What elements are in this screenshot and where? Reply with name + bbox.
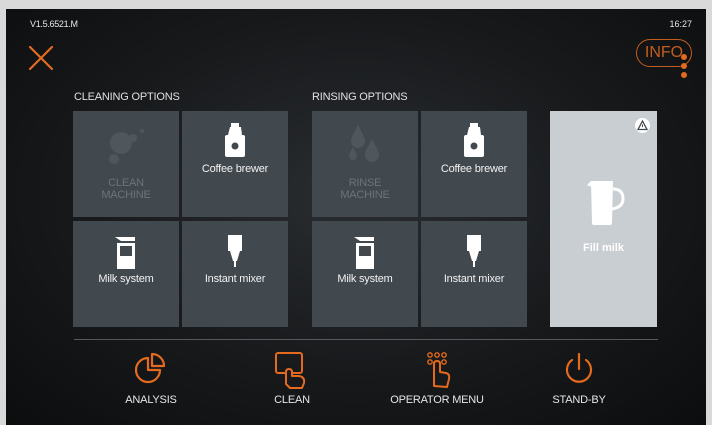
milk-jug-icon [550, 175, 657, 229]
clock: 16:27 [669, 19, 692, 29]
stand-by-label: STAND-BY [552, 394, 606, 406]
milk-system-icon [312, 231, 418, 275]
rinse-coffee-brewer-tile[interactable]: Coffee brewer [421, 111, 527, 217]
rinse-instant-mixer-tile[interactable]: Instant mixer [421, 221, 527, 327]
rinse-milk-system-tile[interactable]: Milk system [312, 221, 418, 327]
warning-icon [635, 118, 650, 133]
clean-milk-system-label: Milk system [98, 273, 154, 285]
operator-menu-label: OPERATOR MENU [390, 394, 484, 406]
clean-coffee-brewer-label: Coffee brewer [201, 163, 269, 175]
divider [74, 339, 658, 340]
operator-keypad-icon [372, 350, 502, 388]
instant-mixer-icon [421, 231, 527, 275]
milk-system-icon [73, 231, 179, 275]
water-drops-icon [312, 121, 418, 165]
rinse-coffee-brewer-label: Coffee brewer [440, 163, 508, 175]
clean-hand-icon [227, 350, 357, 389]
instant-mixer-icon [182, 231, 288, 275]
rinse-milk-system-label: Milk system [337, 273, 393, 285]
clean-machine-tile[interactable]: CLEAN MACHINE [73, 111, 179, 217]
clean-instant-mixer-tile[interactable]: Instant mixer [182, 221, 288, 327]
clean-milk-system-tile[interactable]: Milk system [73, 221, 179, 327]
clean-label: CLEAN [274, 394, 310, 406]
rinse-instant-mixer-label: Instant mixer [443, 273, 505, 285]
clean-instant-mixer-label: Instant mixer [204, 273, 266, 285]
cleaning-options-title: CLEANING OPTIONS [74, 91, 180, 103]
more-options-icon[interactable] [680, 54, 688, 86]
fill-milk-label: Fill milk [583, 242, 624, 254]
analysis-label: ANALYSIS [125, 394, 177, 406]
close-icon[interactable] [26, 43, 56, 73]
clean-button[interactable]: CLEAN [227, 346, 357, 410]
rinse-machine-tile[interactable]: RINSE MACHINE [312, 111, 418, 217]
bubbles-icon [73, 121, 179, 165]
rinsing-options-title: RINSING OPTIONS [312, 91, 408, 103]
coffee-brewer-icon [182, 121, 288, 165]
operator-menu-button[interactable]: OPERATOR MENU [372, 346, 502, 410]
clean-coffee-brewer-tile[interactable]: Coffee brewer [182, 111, 288, 217]
fill-milk-tile[interactable]: Fill milk [550, 111, 657, 327]
analysis-button[interactable]: ANALYSIS [86, 346, 216, 410]
analysis-pie-icon [86, 350, 216, 386]
stand-by-button[interactable]: STAND-BY [514, 346, 644, 410]
version-label: V1.5.6521.M [30, 19, 78, 29]
power-icon [514, 350, 644, 386]
coffee-brewer-icon [421, 121, 527, 165]
rinse-machine-label: RINSE MACHINE [340, 177, 390, 201]
clean-machine-label: CLEAN MACHINE [101, 177, 151, 201]
machine-screen: V1.5.6521.M 16:27 INFO CLEANING OPTIONS … [6, 9, 706, 425]
